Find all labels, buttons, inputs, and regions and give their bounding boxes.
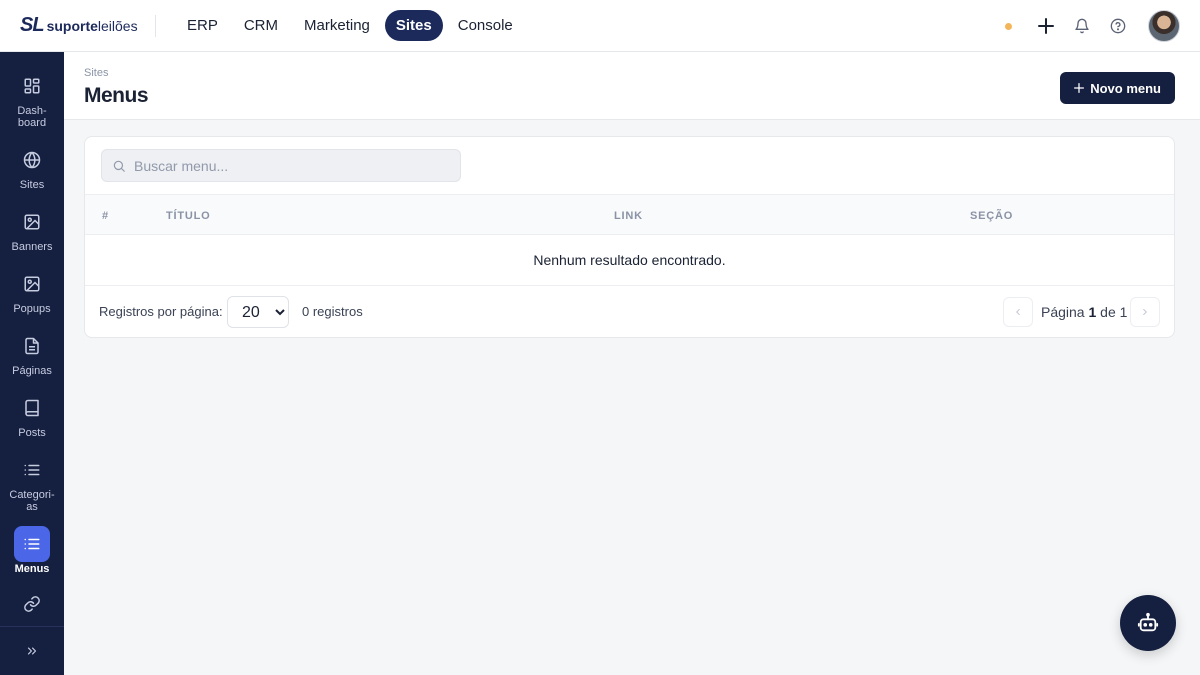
assistant-bot-button[interactable]	[1120, 595, 1176, 651]
sidebar-item-label: Menus	[14, 563, 50, 575]
list-icon	[14, 452, 50, 488]
brand-logo[interactable]: SL suporteleilões	[20, 14, 155, 37]
top-actions	[1005, 10, 1180, 42]
logo-mark: SL	[20, 14, 45, 36]
sidebar-item-label: Banners	[11, 241, 53, 253]
bot-icon	[1137, 612, 1159, 632]
next-page-button[interactable]	[1130, 297, 1160, 327]
page-title: Menus	[84, 84, 149, 107]
sidebar-item-label: Páginas	[12, 365, 52, 377]
book-icon	[14, 390, 50, 426]
breadcrumb[interactable]: Sites	[84, 67, 108, 79]
sidebar-item-popups[interactable]: Popups	[0, 266, 64, 315]
table-header: # TÍTULO LINK SEÇÃO	[85, 194, 1174, 235]
sidebar-item-banners[interactable]: Banners	[0, 204, 64, 253]
nav-item-console[interactable]: Console	[447, 10, 524, 41]
nav-item-erp[interactable]: ERP	[176, 10, 229, 41]
column-header-number[interactable]: #	[102, 210, 109, 222]
nav-item-sites[interactable]: Sites	[384, 10, 443, 41]
table-footer: Registros por página: 20 0 registros Pág…	[85, 285, 1174, 337]
sidebar-item-label: Categori-as	[9, 489, 55, 513]
top-bar: SL suporteleilões ERP CRM Marketing Site…	[0, 0, 1200, 52]
sidebar-item-label: Posts	[18, 427, 46, 439]
search-icon	[113, 160, 125, 172]
globe-icon	[14, 142, 50, 178]
column-header-link[interactable]: LINK	[614, 210, 643, 222]
sidebar-item-dashboard[interactable]: Dash-board	[0, 68, 64, 129]
sidebar-item-links[interactable]	[0, 586, 64, 622]
sidebar-item-label: Dash-board	[17, 105, 47, 129]
sidebar-item-label: Popups	[13, 303, 51, 315]
search-box[interactable]	[101, 149, 461, 182]
list-icon	[14, 526, 50, 562]
menus-table-card: # TÍTULO LINK SEÇÃO Nenhum resultado enc…	[84, 136, 1175, 338]
column-header-section[interactable]: SEÇÃO	[970, 210, 1013, 222]
top-nav: ERP CRM Marketing Sites Console	[176, 10, 524, 41]
sidebar: Dash-board Sites Banners Popups Páginas …	[0, 52, 64, 675]
sidebar-item-categorias[interactable]: Categori-as	[0, 452, 64, 513]
per-page-label: Registros por página:	[99, 304, 223, 319]
image-icon	[14, 266, 50, 302]
per-page-select[interactable]: 20	[227, 296, 289, 328]
chevron-right-icon	[1143, 308, 1147, 316]
sidebar-item-label: Sites	[19, 179, 45, 191]
page-indicator: Página 1 de 1	[1041, 304, 1128, 320]
empty-state-message: Nenhum resultado encontrado.	[533, 252, 726, 268]
chevrons-right-icon	[27, 647, 37, 655]
search-input[interactable]	[134, 157, 434, 174]
sidebar-item-sites[interactable]: Sites	[0, 142, 64, 191]
avatar[interactable]	[1148, 10, 1180, 42]
chevron-left-icon	[1016, 308, 1020, 316]
status-dot	[1005, 22, 1012, 30]
column-header-title[interactable]: TÍTULO	[166, 210, 211, 222]
grid-icon	[14, 68, 50, 104]
sidebar-item-posts[interactable]: Posts	[0, 390, 64, 439]
image-icon	[14, 204, 50, 240]
new-menu-button[interactable]: Novo menu	[1060, 72, 1175, 104]
link-icon	[14, 586, 50, 622]
help-icon[interactable]	[1108, 16, 1128, 36]
new-menu-label: Novo menu	[1090, 80, 1161, 96]
nav-item-crm[interactable]: CRM	[233, 10, 289, 41]
file-icon	[14, 328, 50, 364]
sidebar-item-paginas[interactable]: Páginas	[0, 328, 64, 377]
plus-icon[interactable]	[1036, 16, 1056, 36]
logo-text: suporteleilões	[46, 17, 138, 34]
sidebar-item-menus[interactable]: Menus	[0, 526, 64, 575]
records-count: 0 registros	[302, 304, 363, 319]
sidebar-expand-button[interactable]	[0, 626, 64, 675]
bell-icon[interactable]	[1072, 16, 1092, 36]
plus-icon	[1074, 83, 1085, 93]
nav-item-marketing[interactable]: Marketing	[293, 10, 381, 41]
page-header: Sites Menus Novo menu	[64, 52, 1200, 120]
divider	[155, 14, 156, 37]
previous-page-button[interactable]	[1003, 297, 1033, 327]
